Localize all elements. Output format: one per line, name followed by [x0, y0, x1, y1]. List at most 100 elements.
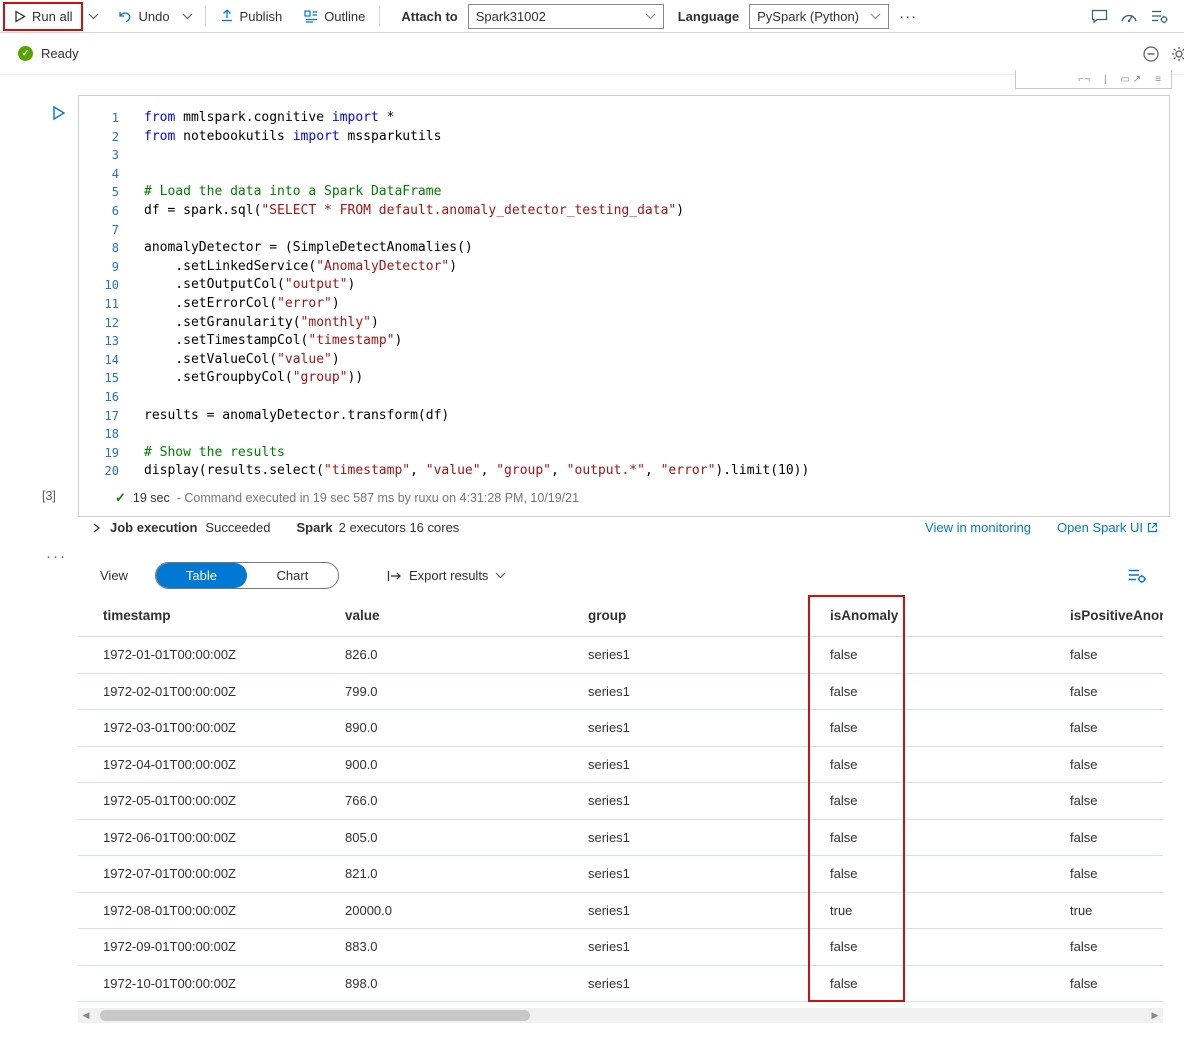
configure-grid-button[interactable]	[1128, 568, 1146, 584]
cell-action-icon[interactable]: ▭ ↗	[1121, 75, 1142, 85]
horizontal-scrollbar[interactable]: ◀ ▶	[78, 1008, 1163, 1023]
language-dropdown[interactable]: PySpark (Python)	[749, 4, 889, 29]
gauge-icon	[1120, 9, 1138, 24]
table-cell: false	[905, 720, 1163, 735]
code-line: 9 .setLinkedService("AnomalyDetector")	[79, 258, 1169, 277]
external-link-icon	[1147, 522, 1158, 533]
column-header[interactable]: timestamp	[78, 608, 318, 623]
table-cell: 898.0	[318, 976, 563, 991]
settings-gear-icon[interactable]	[1166, 44, 1184, 64]
cell-more-icon[interactable]: ≡	[1155, 75, 1161, 85]
line-number: 15	[79, 369, 119, 388]
cell-more-button[interactable]: ···	[46, 548, 67, 565]
comment-icon	[1091, 9, 1108, 24]
table-cell: false	[808, 757, 905, 772]
code-line: 7	[79, 221, 1169, 240]
circle-collapse-icon	[1142, 45, 1160, 63]
outline-label: Outline	[324, 9, 365, 24]
undo-label: Undo	[138, 9, 169, 24]
undo-button[interactable]: Undo	[110, 3, 176, 29]
open-spark-ui-link[interactable]: Open Spark UI	[1057, 520, 1158, 535]
code-line: 12 .setGranularity("monthly")	[79, 314, 1169, 333]
table-row: 1972-03-01T00:00:00Z890.0series1falsefal…	[78, 710, 1163, 747]
table-cell: 1972-01-01T00:00:00Z	[78, 647, 318, 662]
code-text	[119, 165, 152, 184]
line-number: 6	[79, 202, 119, 221]
code-text	[119, 221, 152, 240]
outline-button[interactable]: Outline	[297, 3, 372, 29]
chevron-down-icon	[495, 572, 506, 579]
table-cell: 1972-05-01T00:00:00Z	[78, 793, 318, 808]
notebook-code-cell[interactable]: 1from mmlspark.cognitive import *2from n…	[78, 95, 1170, 517]
line-number: 11	[79, 295, 119, 314]
attach-to-dropdown[interactable]: Spark31002	[468, 4, 664, 29]
table-cell: 900.0	[318, 757, 563, 772]
run-all-button[interactable]: Run all	[7, 3, 79, 29]
line-number: 4	[79, 165, 119, 184]
scroll-left-arrow-icon[interactable]: ◀	[78, 1008, 94, 1023]
table-cell: 1972-09-01T00:00:00Z	[78, 939, 318, 954]
more-commands-button[interactable]: ···	[889, 3, 927, 29]
code-line: 16	[79, 388, 1169, 407]
column-header[interactable]: value	[318, 608, 563, 623]
run-options-chevron-down-icon[interactable]	[83, 3, 104, 29]
column-header[interactable]: group	[563, 608, 808, 623]
chevron-down-icon	[870, 13, 881, 20]
job-status: Succeeded	[205, 520, 270, 535]
table-cell: series1	[563, 830, 808, 845]
collapse-output-button[interactable]	[1136, 41, 1166, 67]
code-text: results = anomalyDetector.transform(df)	[119, 407, 449, 426]
spark-resource-info: Spark 2 executors 16 cores	[296, 520, 459, 535]
monitoring-gauge-button[interactable]	[1114, 3, 1144, 29]
line-number: 20	[79, 462, 119, 481]
cell-divider: |	[1104, 75, 1107, 85]
undo-options-chevron-down-icon[interactable]	[177, 3, 198, 29]
line-number: 10	[79, 276, 119, 295]
code-line: 10 .setOutputCol("output")	[79, 276, 1169, 295]
list-settings-icon	[1151, 9, 1168, 24]
tab-table[interactable]: Table	[156, 563, 247, 588]
publish-icon	[220, 9, 234, 23]
view-in-monitoring-link[interactable]: View in monitoring	[925, 520, 1031, 535]
session-config-button[interactable]	[1144, 3, 1174, 29]
publish-label: Publish	[240, 9, 283, 24]
view-label: View	[100, 568, 128, 583]
table-cell: 1972-02-01T00:00:00Z	[78, 684, 318, 699]
export-results-button[interactable]: Export results	[387, 568, 506, 583]
table-row: 1972-01-01T00:00:00Z826.0series1falsefal…	[78, 637, 1163, 674]
run-all-highlight-box: Run all	[3, 2, 83, 31]
table-cell: 1972-07-01T00:00:00Z	[78, 866, 318, 881]
publish-button[interactable]: Publish	[213, 3, 290, 29]
column-header[interactable]: isPositiveAnomaly	[905, 608, 1163, 623]
session-status-bar: ✓ Ready	[0, 33, 1184, 75]
code-line: 5# Load the data into a Spark DataFrame	[79, 183, 1169, 202]
chevron-right-icon[interactable]	[90, 522, 102, 534]
code-text: df = spark.sql("SELECT * FROM default.an…	[119, 202, 684, 221]
table-cell: false	[905, 939, 1163, 954]
run-all-label: Run all	[32, 9, 72, 24]
code-line: 13 .setTimestampCol("timestamp")	[79, 332, 1169, 351]
scroll-right-arrow-icon[interactable]: ▶	[1147, 1008, 1163, 1023]
table-cell: 766.0	[318, 793, 563, 808]
ready-status-label: Ready	[41, 46, 79, 61]
comments-button[interactable]	[1084, 3, 1114, 29]
column-header[interactable]: isAnomaly	[808, 608, 905, 623]
tab-chart[interactable]: Chart	[247, 563, 338, 588]
table-cell: false	[808, 866, 905, 881]
top-toolbar: Run all Undo Publish Outline Attach to S…	[0, 0, 1184, 33]
results-body: 1972-01-01T00:00:00Z826.0series1falsefal…	[78, 637, 1163, 1002]
code-text	[119, 146, 152, 165]
table-cell: false	[905, 866, 1163, 881]
expand-icon[interactable]: ⌐¬	[1078, 75, 1090, 85]
run-cell-button[interactable]	[48, 102, 70, 124]
results-table: timestampvaluegroupisAnomalyisPositiveAn…	[78, 595, 1163, 1002]
table-cell: series1	[563, 720, 808, 735]
code-text: .setLinkedService("AnomalyDetector")	[119, 258, 457, 277]
scrollbar-track[interactable]	[94, 1008, 1147, 1023]
table-cell: false	[905, 830, 1163, 845]
table-cell: false	[808, 684, 905, 699]
code-text: .setErrorCol("error")	[119, 295, 340, 314]
results-view-row: View Table Chart Export results	[100, 562, 1158, 589]
line-number: 17	[79, 407, 119, 426]
scrollbar-thumb[interactable]	[100, 1010, 530, 1021]
